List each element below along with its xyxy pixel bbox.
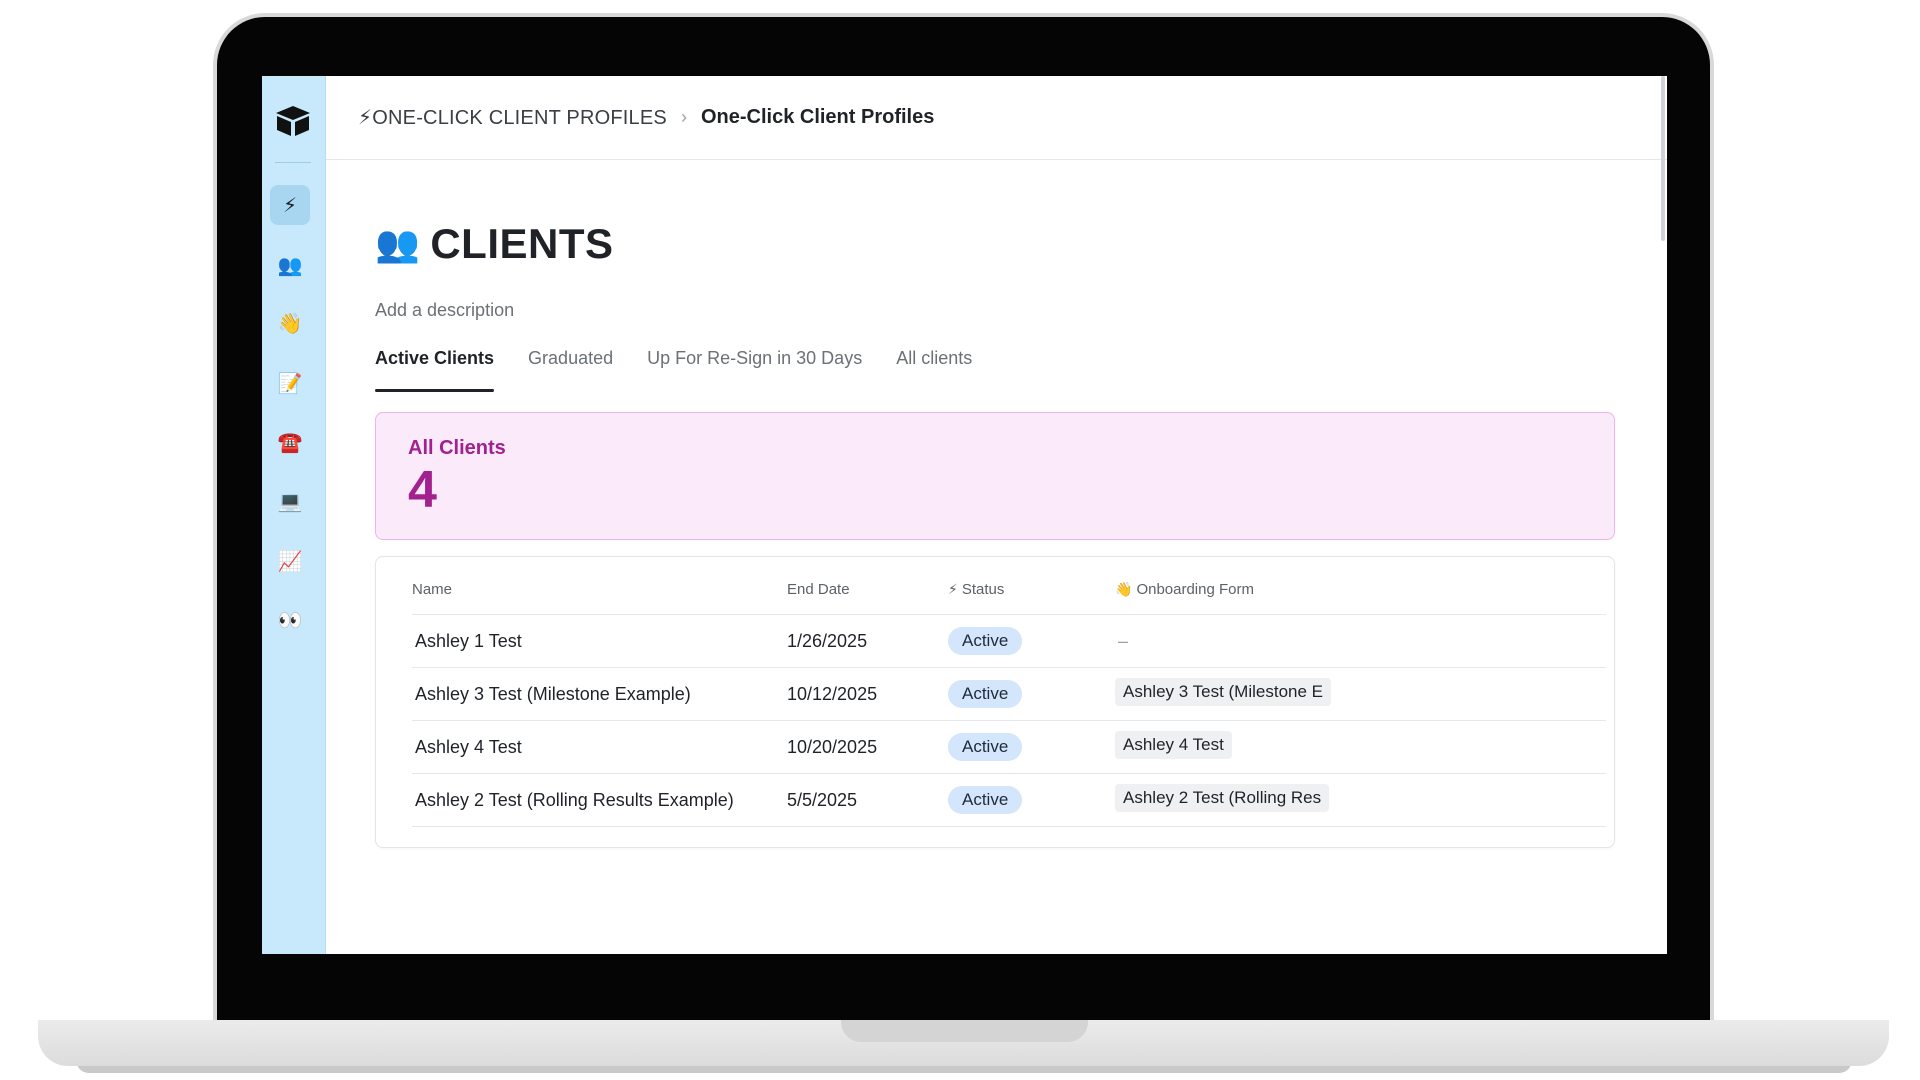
column-header-status-label: Status <box>961 581 1005 598</box>
summary-count: 4 <box>408 461 437 519</box>
column-header-status[interactable]: ⚡ Status <box>948 581 1115 598</box>
client-name[interactable]: Ashley 1 Test <box>412 631 787 652</box>
waving-hand-icon: 👋 <box>277 312 303 335</box>
app-screen: ⚡ 👥 👋 📝 ☎️ 💻 📈 👀 ⚡ONE-CLICK CLIENT PROFI… <box>262 76 1667 954</box>
add-description[interactable]: Add a description <box>375 300 514 321</box>
onboarding-form-link[interactable]: Ashley 2 Test (Rolling Res <box>1115 783 1330 812</box>
sidebar-item-waving-hand[interactable]: 👋 <box>270 303 310 343</box>
end-date: 5/5/2025 <box>787 789 858 810</box>
onboarding-form-empty[interactable]: – <box>1115 631 1128 651</box>
tab-graduated[interactable]: Graduated <box>528 340 613 392</box>
app-logo-icon[interactable] <box>274 104 312 138</box>
sidebar: ⚡ 👥 👋 📝 ☎️ 💻 📈 👀 <box>262 76 326 954</box>
summary-card: All Clients 4 <box>375 412 1615 540</box>
page-title: 👥 CLIENTS <box>375 220 614 268</box>
sidebar-item-laptop[interactable]: 💻 <box>270 481 310 521</box>
tab-up-for-re-sign[interactable]: Up For Re-Sign in 30 Days <box>647 340 862 392</box>
breadcrumb-current[interactable]: One-Click Client Profiles <box>701 106 934 129</box>
column-header-name[interactable]: Name <box>412 581 787 598</box>
people-icon: 👥 <box>375 223 421 264</box>
client-name[interactable]: Ashley 3 Test (Milestone Example) <box>412 684 787 705</box>
client-name[interactable]: Ashley 2 Test (Rolling Results Example) <box>412 790 787 811</box>
sidebar-divider <box>275 162 311 163</box>
view-tabs: Active Clients Graduated Up For Re-Sign … <box>375 340 1006 392</box>
table-row[interactable]: Ashley 2 Test (Rolling Results Example) … <box>412 774 1606 827</box>
end-date: 10/20/2025 <box>787 736 878 757</box>
laptop-notch <box>841 1020 1088 1042</box>
telephone-icon: ☎️ <box>277 431 303 454</box>
table-header: Name End Date ⚡ Status 👋 Onboarding Form <box>412 557 1606 615</box>
column-header-onboarding-form[interactable]: 👋 Onboarding Form <box>1115 581 1415 598</box>
laptop-icon: 💻 <box>277 490 303 513</box>
chart-increasing-icon: 📈 <box>277 550 303 573</box>
table-row[interactable]: Ashley 3 Test (Milestone Example) 10/12/… <box>412 668 1606 721</box>
onboarding-form-link[interactable]: Ashley 3 Test (Milestone E <box>1115 677 1331 706</box>
sidebar-item-eyes[interactable]: 👀 <box>270 600 310 640</box>
status-badge[interactable]: Active <box>948 680 1023 708</box>
sidebar-item-memo[interactable]: 📝 <box>270 363 310 403</box>
status-badge[interactable]: Active <box>948 627 1023 655</box>
page-title-text: CLIENTS <box>430 220 614 267</box>
memo-icon: 📝 <box>277 372 303 395</box>
end-date: 1/26/2025 <box>787 630 868 651</box>
chevron-right-icon: › <box>680 107 687 127</box>
client-name[interactable]: Ashley 4 Test <box>412 737 787 758</box>
eyes-icon: 👀 <box>277 609 303 632</box>
people-icon: 👥 <box>277 254 303 277</box>
breadcrumb: ⚡ONE-CLICK CLIENT PROFILES › One-Click C… <box>326 76 1667 160</box>
lightning-icon: ⚡ <box>282 194 298 217</box>
breadcrumb-parent-label: ONE-CLICK CLIENT PROFILES <box>372 107 667 129</box>
waving-hand-icon: 👋 <box>1115 581 1133 597</box>
breadcrumb-parent[interactable]: ⚡ONE-CLICK CLIENT PROFILES <box>358 105 667 130</box>
lightning-icon: ⚡ <box>358 107 373 129</box>
lightning-icon: ⚡ <box>948 581 958 597</box>
sidebar-item-lightning[interactable]: ⚡ <box>270 185 310 225</box>
table-row[interactable]: Ashley 4 Test 10/20/2025 Active Ashley 4… <box>412 721 1606 774</box>
status-badge[interactable]: Active <box>948 786 1023 814</box>
table-row[interactable]: Ashley 1 Test 1/26/2025 Active – <box>412 615 1606 668</box>
tab-active-clients[interactable]: Active Clients <box>375 340 495 392</box>
sidebar-item-telephone[interactable]: ☎️ <box>270 422 310 462</box>
end-date: 10/12/2025 <box>787 683 878 704</box>
tab-all-clients[interactable]: All clients <box>896 340 972 392</box>
summary-label: All Clients <box>408 437 506 459</box>
scrollbar[interactable] <box>1661 76 1665 241</box>
column-header-form-label: Onboarding Form <box>1136 581 1254 598</box>
clients-table: Name End Date ⚡ Status 👋 Onboarding Form A… <box>375 556 1615 848</box>
sidebar-item-people[interactable]: 👥 <box>270 245 310 285</box>
column-header-end-date[interactable]: End Date <box>787 581 948 598</box>
status-badge[interactable]: Active <box>948 733 1023 761</box>
sidebar-item-chart[interactable]: 📈 <box>270 541 310 581</box>
onboarding-form-link[interactable]: Ashley 4 Test <box>1115 730 1232 759</box>
